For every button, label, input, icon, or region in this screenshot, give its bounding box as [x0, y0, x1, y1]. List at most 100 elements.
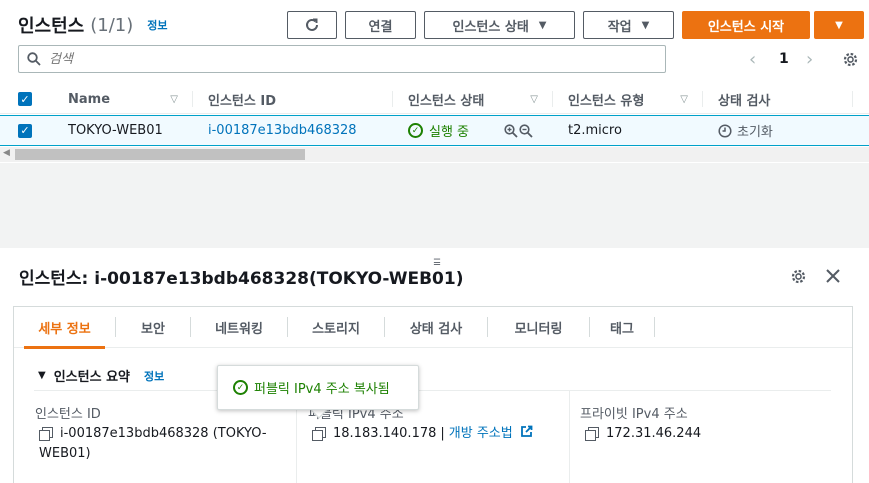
next-page-wrap: ›: [806, 48, 813, 70]
header-title-row: 인스턴스 (1/1) 정보: [18, 11, 168, 39]
open-address-link-text: 개방 주소법: [448, 426, 513, 441]
checkbox-checked-icon: ✓: [18, 123, 32, 138]
status-check-text: 초기화: [737, 125, 773, 140]
column-divider: [702, 91, 703, 107]
tab-monitoring[interactable]: 모니터링: [488, 307, 589, 348]
column-header-label: 인스턴스 상태: [408, 93, 485, 109]
cell-status-check: 초기화: [718, 116, 773, 145]
cell-instance-id-link[interactable]: i-00187e13bdb468328: [208, 116, 357, 145]
close-icon: [826, 269, 840, 283]
instance-id-label: 인스턴스 ID: [35, 407, 101, 422]
caret-down-icon: ▼: [835, 19, 843, 31]
summary-info-link[interactable]: 정보: [144, 368, 164, 384]
table-row[interactable]: ✓ TOKYO-WEB01 i-00187e13bdb468328 ✓ 실행 중…: [0, 115, 869, 146]
horizontal-scrollbar[interactable]: ◀: [0, 147, 869, 162]
copy-icon[interactable]: [585, 427, 599, 441]
tab-details[interactable]: 세부 정보: [14, 307, 115, 349]
copied-message: 퍼블릭 IPv4 주소 복사됨: [254, 382, 390, 397]
sort-icon: ▽: [680, 93, 688, 105]
checkbox-checked-icon: ✓: [18, 92, 32, 106]
detail-title: 인스턴스: i-00187e13bdb468328(TOKYO-WEB01): [19, 264, 463, 289]
column-header-label: 인스턴스 ID: [208, 93, 276, 109]
next-page-icon[interactable]: ›: [806, 49, 813, 70]
sort-icon: ▽: [530, 93, 538, 105]
select-all-checkbox[interactable]: ✓: [18, 84, 32, 114]
panel-split-area: [0, 163, 869, 248]
actions-dropdown[interactable]: 작업 ▼: [583, 11, 674, 39]
zoom-out-icon[interactable]: [519, 123, 533, 138]
tab-tags[interactable]: 태그: [590, 307, 654, 348]
prev-page-icon[interactable]: ‹: [749, 49, 756, 70]
close-panel-button[interactable]: [821, 264, 845, 288]
detail-settings-button[interactable]: [786, 264, 810, 288]
page-title: 인스턴스: [18, 16, 85, 37]
instance-id-line-2: WEB01): [39, 446, 91, 461]
detail-tabs-container: 세부 정보 보안 네트워킹 스토리지 상태 검사 모니터링 태그 ▼ 인스턴스 …: [13, 306, 853, 483]
info-link[interactable]: 정보: [147, 17, 167, 33]
private-ip-value: 172.31.46.244: [585, 424, 701, 444]
refresh-button[interactable]: [287, 11, 337, 39]
column-header-status-check[interactable]: 상태 검사: [718, 84, 852, 114]
instance-id-value: i-00187e13bdb468328 (TOKYO- WEB01): [39, 424, 267, 464]
clock-icon: [718, 123, 732, 138]
page-number-wrap: 1: [779, 48, 789, 70]
gear-icon[interactable]: [842, 51, 859, 68]
open-address-link[interactable]: 개방 주소법: [449, 424, 533, 444]
refresh-icon: [306, 18, 318, 31]
tab-bar: 세부 정보 보안 네트워킹 스토리지 상태 검사 모니터링 태그: [14, 307, 852, 349]
instance-summary-header[interactable]: ▼ 인스턴스 요약 정보: [38, 366, 164, 386]
column-header-instance-state[interactable]: 인스턴스 상태 ▽: [408, 84, 552, 114]
tab-security[interactable]: 보안: [116, 307, 190, 348]
search-input[interactable]: [49, 51, 609, 67]
column-header-label: 인스턴스 유형: [568, 93, 645, 109]
column-header-label: Name: [68, 91, 111, 107]
gear-icon: [791, 269, 805, 283]
column-header-name[interactable]: Name ▽: [68, 84, 192, 114]
cell-instance-type: t2.micro: [568, 123, 622, 138]
zoom-in-icon[interactable]: [504, 123, 518, 138]
settings-wrap: [842, 48, 859, 70]
copy-icon[interactable]: [39, 427, 53, 441]
column-header-instance-type[interactable]: 인스턴스 유형 ▽: [568, 84, 702, 114]
external-link-icon: [520, 425, 533, 437]
separator: |: [440, 426, 445, 441]
caret-down-icon: ▼: [38, 370, 46, 381]
sort-icon: ▽: [170, 93, 178, 105]
private-ip-text: 172.31.46.244: [606, 426, 702, 441]
launch-instance-button[interactable]: 인스턴스 시작: [682, 11, 810, 39]
detail-title-prefix: 인스턴스:: [19, 269, 89, 289]
table-header: ✓ Name ▽ 인스턴스 ID 인스턴스 상태 ▽ 인스턴스 유형 ▽ 상태 …: [0, 84, 869, 114]
caret-down-icon: ▼: [538, 19, 547, 31]
column-divider: [392, 91, 393, 107]
zoom-controls: [504, 116, 533, 145]
tab-storage[interactable]: 스토리지: [288, 307, 384, 348]
copy-icon[interactable]: [312, 427, 326, 441]
cell-instance-state: ✓ 실행 중: [408, 116, 469, 145]
tab-status-checks[interactable]: 상태 검사: [385, 307, 487, 348]
instance-state-dropdown[interactable]: 인스턴스 상태 ▼: [424, 11, 575, 39]
launch-options-dropdown[interactable]: ▼: [814, 11, 864, 39]
instance-id-text: i-00187e13bdb468328 (TOKYO- WEB01): [39, 424, 267, 464]
column-divider: [552, 91, 553, 107]
instance-state-label: 인스턴스 상태: [452, 19, 529, 35]
tab-divider: [654, 317, 655, 337]
search-field[interactable]: [18, 45, 666, 73]
pagination: ‹: [749, 48, 756, 70]
column-divider: [192, 91, 193, 107]
check-circle-icon: ✓: [408, 123, 423, 138]
connect-button[interactable]: 연결: [345, 11, 416, 39]
page-number[interactable]: 1: [779, 51, 789, 67]
tab-networking[interactable]: 네트워킹: [191, 307, 287, 348]
check-circle-icon: ✓: [233, 380, 248, 395]
private-ip-label: 프라이빗 IPv4 주소: [580, 407, 688, 422]
scrollbar-thumb[interactable]: [15, 149, 305, 160]
scroll-left-icon[interactable]: ◀: [3, 148, 10, 158]
divider: [34, 390, 831, 391]
instance-state-text: 실행 중: [429, 125, 470, 140]
instances-list-panel: 인스턴스 (1/1) 정보 연결 인스턴스 상태 ▼ 작업 ▼ 인스턴스 시작 …: [0, 0, 869, 165]
column-header-instance-id[interactable]: 인스턴스 ID: [208, 84, 392, 114]
public-ip-value: 18.183.140.178 | 개방 주소법: [312, 424, 533, 444]
row-checkbox[interactable]: ✓: [18, 116, 32, 145]
copied-popover: ✓ 퍼블릭 IPv4 주소 복사됨: [217, 365, 419, 410]
detail-title-text: i-00187e13bdb468328(TOKYO-WEB01): [94, 269, 464, 289]
